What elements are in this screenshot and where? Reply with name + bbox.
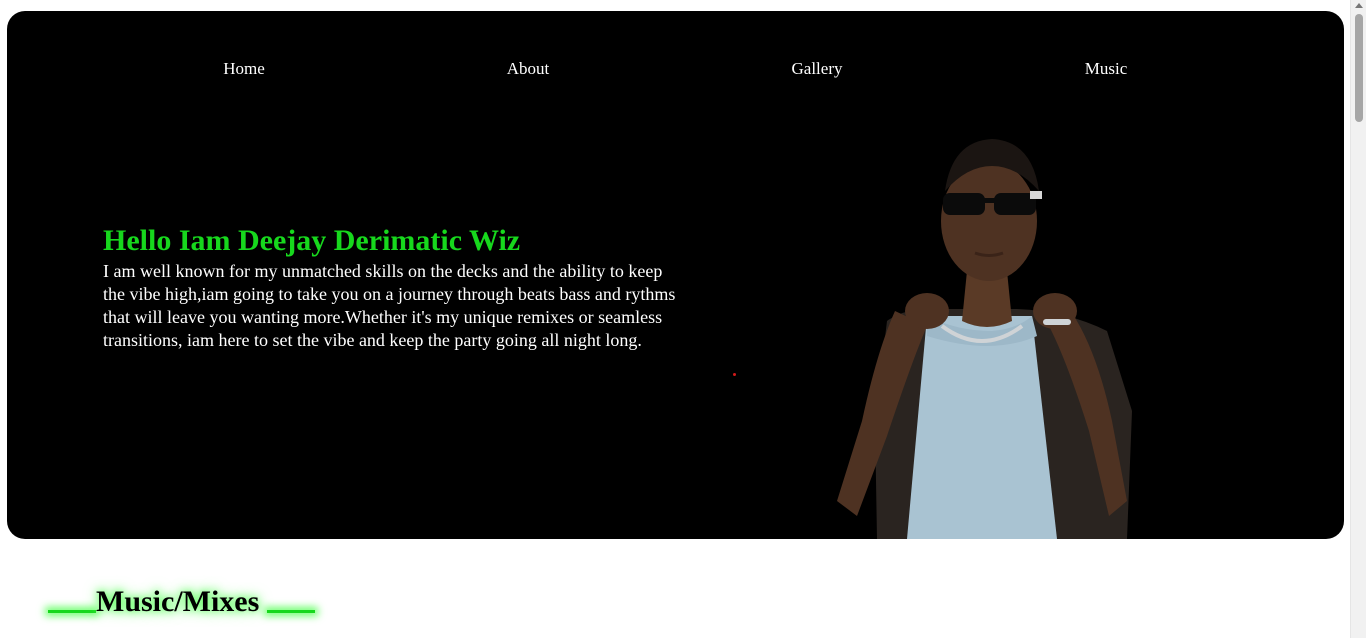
heading-bar-left [48,610,96,613]
scroll-thumb[interactable] [1355,14,1363,122]
main-nav: Home About Gallery Music [7,11,1344,121]
nav-link-about[interactable]: About [507,59,550,79]
music-mixes-heading: Music/Mixes [48,585,315,630]
page: Home About Gallery Music Hello Iam Deeja… [0,0,1366,638]
hero-section: Home About Gallery Music Hello Iam Deeja… [7,11,1344,539]
page-scrollbar[interactable] [1350,0,1366,638]
music-mixes-title: Music/Mixes [96,585,260,618]
dj-portrait-image [837,139,1132,539]
intro-block: Hello Iam Deejay Derimatic Wiz I am well… [103,224,683,352]
nav-link-home[interactable]: Home [223,59,265,79]
heading-bar-right [266,610,315,613]
nav-link-gallery[interactable]: Gallery [792,59,843,79]
nav-link-music[interactable]: Music [1085,59,1128,79]
hero-description: I am well known for my unmatched skills … [103,261,676,350]
scroll-up-arrow-icon[interactable] [1355,3,1363,8]
red-dot-marker [733,373,736,376]
hero-title: Hello Iam Deejay Derimatic Wiz [103,224,521,257]
